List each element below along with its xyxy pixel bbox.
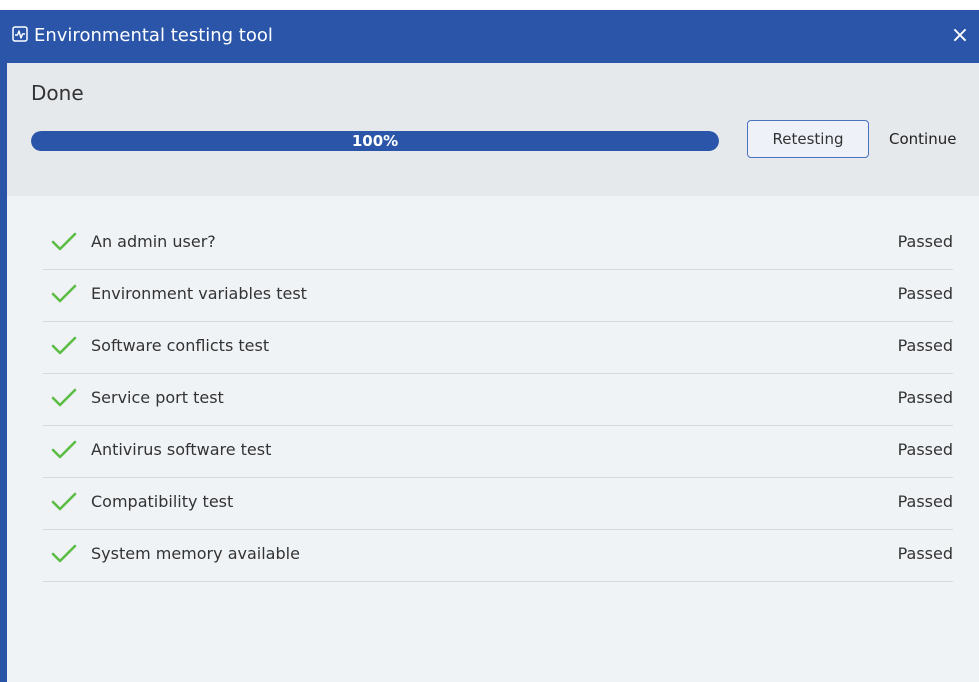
list-item: Service port test Passed [43,374,953,426]
list-item: Software conflicts test Passed [43,322,953,374]
test-status: Passed [897,492,953,511]
continue-button[interactable]: Continue [879,120,979,158]
environmental-testing-window: Environmental testing tool × Done 100% R… [0,10,979,682]
test-label: An admin user? [91,232,216,251]
title-bar: Environmental testing tool × [0,10,979,63]
test-status: Passed [897,232,953,251]
test-label: System memory available [91,544,300,563]
test-label: Environment variables test [91,284,307,303]
test-status: Passed [897,284,953,303]
check-icon [51,336,77,355]
close-button[interactable]: × [948,22,972,50]
list-item: System memory available Passed [43,530,953,582]
test-status: Passed [897,544,953,563]
test-results-list: An admin user? Passed Environment variab… [43,218,953,582]
test-label: Antivirus software test [91,440,272,459]
window-title: Environmental testing tool [34,25,273,46]
list-item: Compatibility test Passed [43,478,953,530]
progress-bar: 100% [31,131,719,151]
progress-header: Done 100% Retesting Continue [7,63,979,196]
test-status: Passed [897,336,953,355]
check-icon [51,544,77,563]
test-label: Service port test [91,388,224,407]
list-item: An admin user? Passed [43,218,953,270]
test-status: Passed [897,440,953,459]
check-icon [51,284,77,303]
list-item: Environment variables test Passed [43,270,953,322]
progress-label: 100% [351,132,399,150]
test-label: Compatibility test [91,492,234,511]
test-status: Passed [897,388,953,407]
check-icon [51,440,77,459]
heartbeat-monitor-icon [12,26,28,42]
check-icon [51,492,77,511]
test-label: Software conflicts test [91,336,270,355]
check-icon [51,232,77,251]
retesting-button[interactable]: Retesting [747,120,869,158]
check-icon [51,388,77,407]
status-text: Done [31,81,84,105]
list-item: Antivirus software test Passed [43,426,953,478]
